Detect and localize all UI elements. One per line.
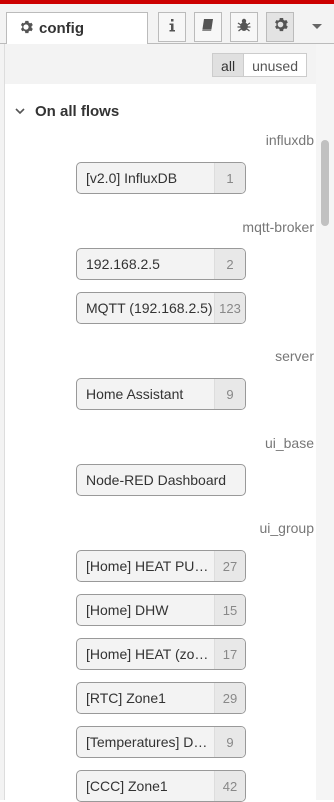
section-on-all-flows[interactable]: On all flows (5, 96, 317, 126)
config-node-label: [Home] HEAT (zon… (86, 646, 214, 662)
config-node[interactable]: [CCC] Zone1 42 (76, 770, 246, 802)
tab-menu-button[interactable] (306, 14, 328, 40)
config-node-usage-count: 9 (214, 727, 245, 757)
config-panel: all unused On all flows influxdb [v2.0] … (4, 44, 317, 802)
config-node-label: [v2.0] InfluxDB (86, 170, 178, 186)
config-node-label: MQTT (192.168.2.5) (86, 300, 213, 316)
type-label-server: server (275, 348, 314, 364)
config-node-label: [Temperatures] D… (86, 734, 208, 750)
config-node-label: Node-RED Dashboard (86, 472, 227, 488)
debug-tab-button[interactable] (230, 12, 258, 42)
vertical-scrollbar[interactable] (316, 44, 334, 800)
bug-icon (236, 17, 252, 38)
config-node[interactable]: [Home] HEAT PUMP 27 (76, 550, 246, 582)
config-node[interactable]: Node-RED Dashboard (76, 464, 246, 496)
config-node-usage-count: 27 (214, 551, 245, 581)
tab-config-label: config (39, 20, 84, 37)
gear-icon (19, 20, 33, 38)
config-node-label: [RTC] Zone1 (86, 690, 166, 706)
config-node[interactable]: [v2.0] InfluxDB 1 (76, 162, 246, 194)
config-node-label: 192.168.2.5 (86, 256, 160, 272)
config-node[interactable]: [RTC] Zone1 29 (76, 682, 246, 714)
book-icon (200, 17, 216, 38)
config-node-usage-count: 29 (214, 683, 245, 713)
config-node-label: [CCC] Zone1 (86, 778, 168, 794)
config-node-label: [Home] HEAT PUMP (86, 558, 214, 574)
type-label-ui-base: ui_base (264, 435, 314, 451)
info-tab-button[interactable] (158, 12, 186, 42)
config-node[interactable]: [Temperatures] D… 9 (76, 726, 246, 758)
config-tab-button[interactable] (266, 12, 294, 42)
help-tab-button[interactable] (194, 12, 222, 42)
config-node[interactable]: 192.168.2.5 2 (76, 248, 246, 280)
config-node[interactable]: [Home] HEAT (zon… 17 (76, 638, 246, 670)
section-title: On all flows (35, 102, 120, 120)
config-node-usage-count: 15 (214, 595, 245, 625)
config-node[interactable]: Home Assistant 9 (76, 378, 246, 410)
tab-config[interactable]: config (6, 12, 148, 44)
gear-icon (273, 17, 288, 37)
filter-all-button[interactable]: all (212, 53, 244, 77)
filter-unused-button[interactable]: unused (243, 53, 307, 77)
config-node-usage-count: 2 (214, 249, 245, 279)
config-node-usage-count: 1 (214, 163, 245, 193)
config-node-usage-count: 123 (214, 293, 245, 323)
chevron-down-icon (311, 18, 323, 36)
scrollbar-thumb[interactable] (321, 140, 329, 226)
config-toolbar: all unused (5, 44, 317, 84)
config-node[interactable]: [Home] DHW 15 (76, 594, 246, 626)
config-node-label: Home Assistant (86, 386, 184, 402)
info-icon (166, 17, 178, 38)
type-label-mqtt-broker: mqtt-broker (242, 219, 314, 235)
type-label-ui-group: ui_group (259, 520, 315, 536)
filter-toggle: all unused (212, 53, 307, 77)
config-node-label: [Home] DHW (86, 602, 169, 618)
chevron-down-icon (5, 107, 35, 115)
config-node-usage-count: 42 (214, 771, 245, 801)
config-node[interactable]: MQTT (192.168.2.5) 123 (76, 292, 246, 324)
config-node-usage-count: 9 (214, 379, 245, 409)
sidebar-tab-bar: config (0, 4, 334, 44)
type-label-influxdb: influxdb (265, 132, 314, 148)
config-node-usage-count: 17 (214, 639, 245, 669)
